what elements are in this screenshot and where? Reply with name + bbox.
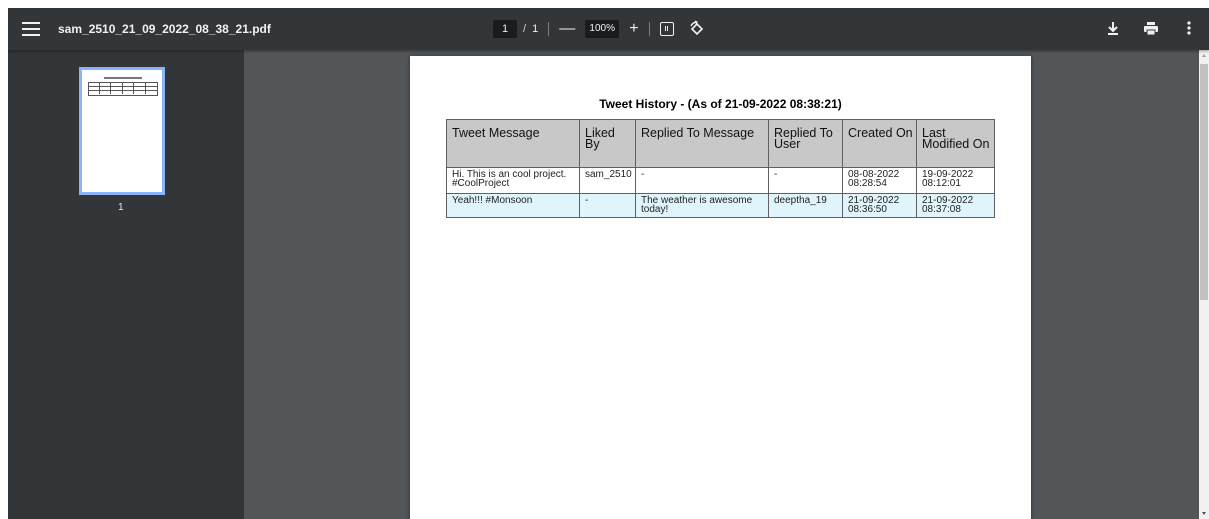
print-icon[interactable] [1143,19,1159,37]
table-cell: The weather is awesome today! [635,193,769,218]
file-title: sam_2510_21_09_2022_08_38_21.pdf [58,22,271,36]
table-cell: 08-08-2022 08:28:54 [842,167,917,194]
column-header: Liked By [579,119,636,168]
column-header: Replied To Message [635,119,769,168]
thumbnail-sidebar: 1 [8,50,244,519]
table-cell: sam_2510 [579,167,636,194]
divider [648,22,650,36]
table-cell: 21-09-2022 08:37:08 [916,193,995,218]
hamburger-menu-icon[interactable] [22,20,40,38]
table-cell: - [579,193,636,218]
column-header: Replied To User [768,119,843,168]
table-cell: 19-09-2022 08:12:01 [916,167,995,194]
tweet-history-table: Tweet Message Liked By Replied To Messag… [446,119,995,218]
page-thumbnail[interactable] [79,67,165,195]
table-cell: Hi. This is an cool project. #CoolProjec… [446,167,580,194]
right-toolbar [1105,19,1197,37]
toolbar: sam_2510_21_09_2022_08_38_21.pdf 1 / 1 —… [8,8,1209,50]
table-row: Yeah!!! #Monsoon - The weather is awesom… [446,193,995,218]
pdf-viewer: sam_2510_21_09_2022_08_38_21.pdf 1 / 1 —… [8,8,1209,519]
pdf-page: Tweet History - (As of 21-09-2022 08:38:… [410,56,1031,519]
thumbnail-page-label: 1 [118,202,124,213]
table-row: Hi. This is an cool project. #CoolProjec… [446,167,995,194]
zoom-out-button[interactable]: — [559,20,575,38]
divider [548,22,550,36]
page-number-input[interactable]: 1 [493,20,517,38]
page-zoom-controls: 1 / 1 — 100% + [493,18,706,40]
zoom-level-input[interactable]: 100% [585,20,620,38]
table-header-row: Tweet Message Liked By Replied To Messag… [446,119,995,168]
scroll-up-arrow-icon[interactable] [1202,54,1206,57]
rotate-counterclockwise-icon[interactable] [688,20,706,38]
column-header: Last Modified On [916,119,995,168]
page-separator: / [523,23,527,35]
column-header: Tweet Message [446,119,580,168]
vertical-scrollbar[interactable] [1199,50,1209,519]
more-vertical-icon[interactable] [1181,19,1197,37]
table-cell: Yeah!!! #Monsoon [446,193,580,218]
fit-to-page-icon[interactable] [659,22,674,36]
table-cell: - [635,167,769,194]
table-cell: 21-09-2022 08:36:50 [842,193,917,218]
table-cell: deeptha_19 [768,193,843,218]
table-cell: - [768,167,843,194]
zoom-in-button[interactable]: + [629,20,638,38]
scroll-down-arrow-icon[interactable] [1202,512,1206,515]
thumbnail-title-line [104,77,142,79]
scrollbar-thumb[interactable] [1200,64,1208,300]
column-header: Created On [842,119,917,168]
download-icon[interactable] [1105,19,1121,37]
document-title: Tweet History - (As of 21-09-2022 08:38:… [599,97,842,111]
page-total: 1 [532,23,539,35]
